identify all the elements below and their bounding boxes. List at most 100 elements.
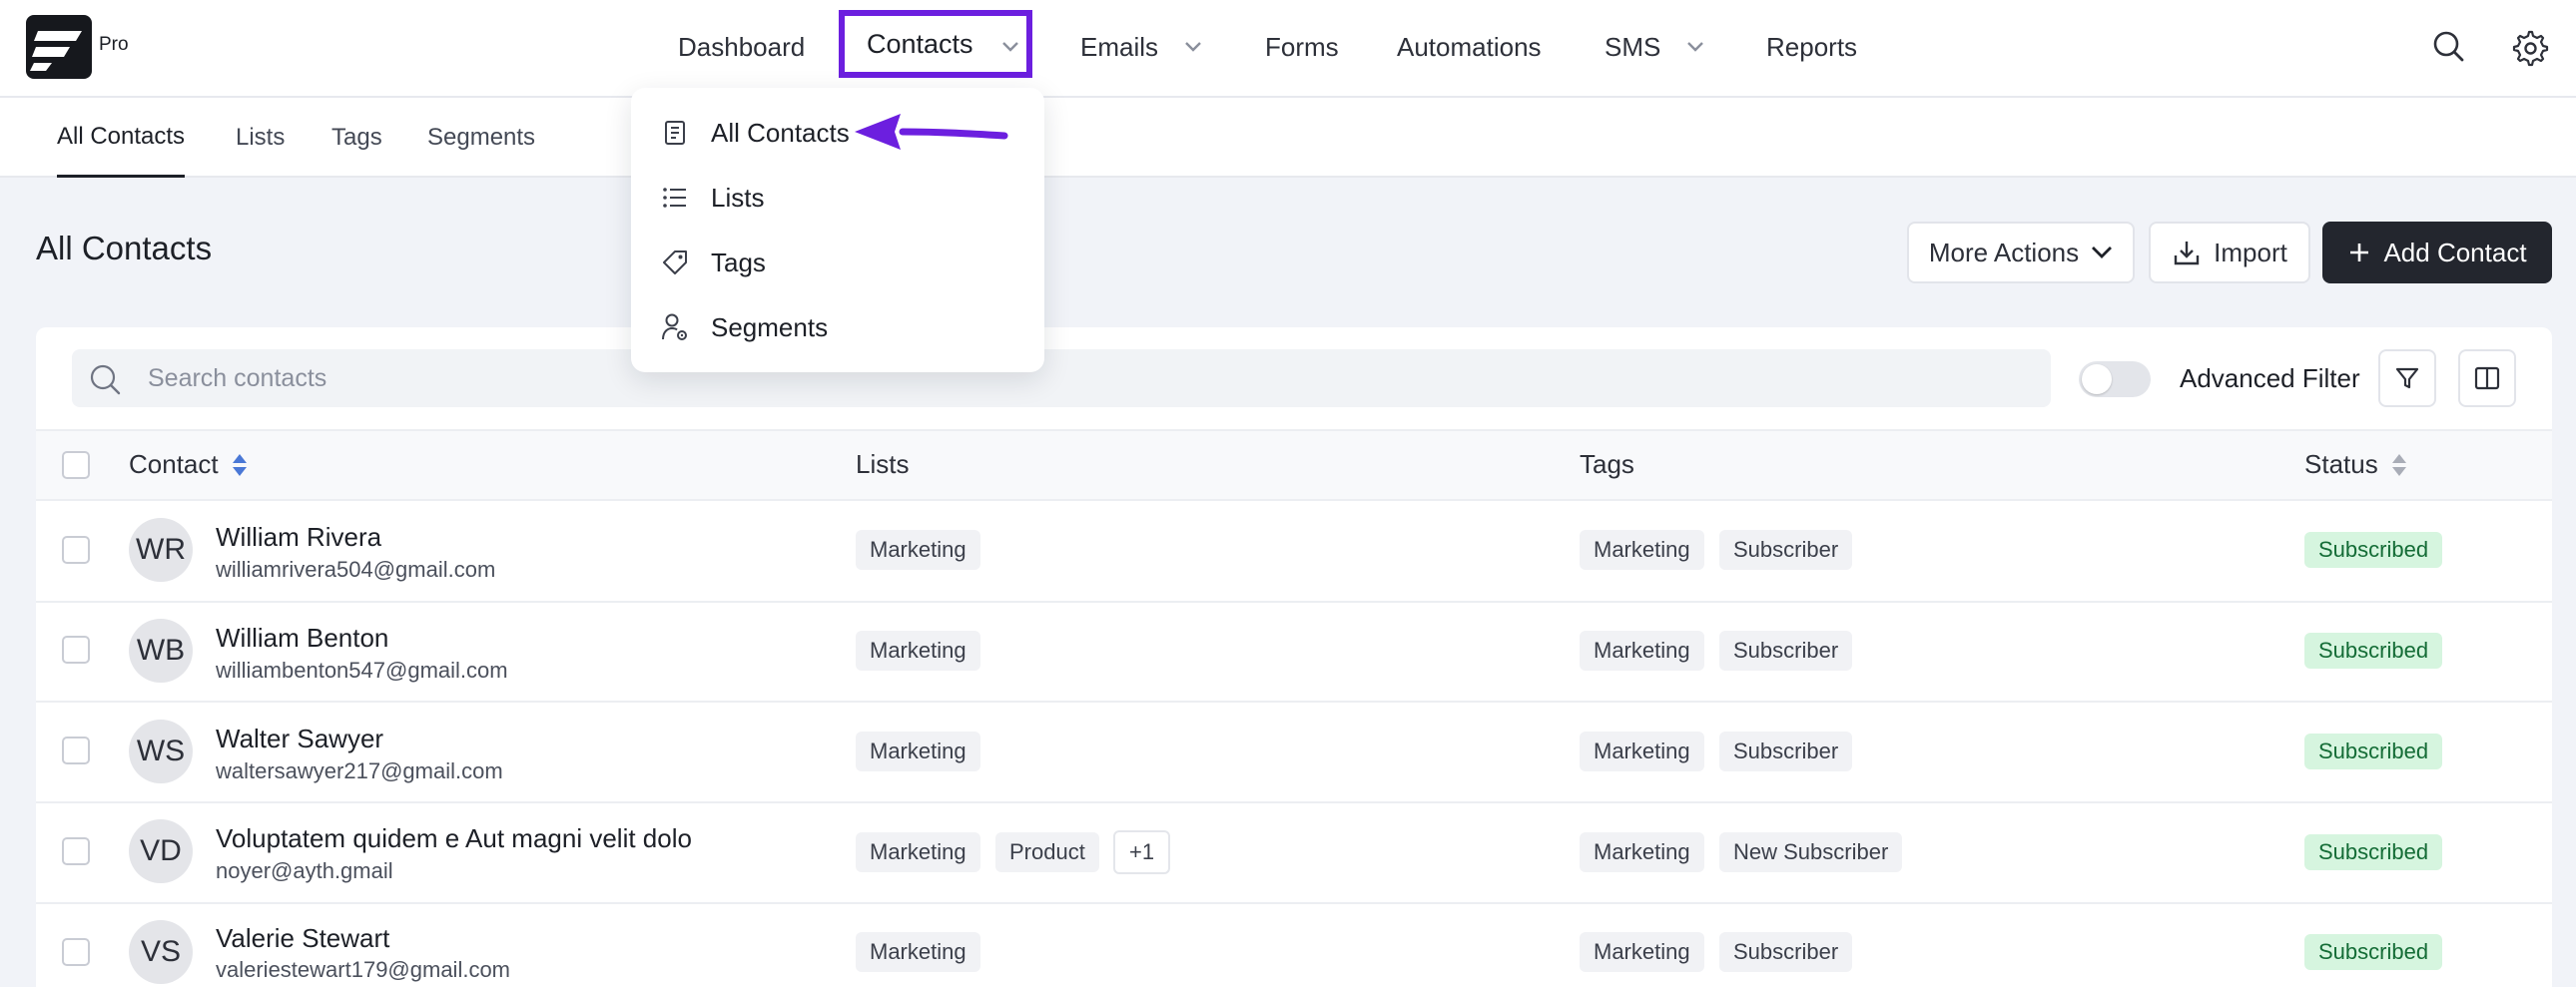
contact-name[interactable]: William Rivera <box>216 522 381 553</box>
list-icon <box>663 188 686 208</box>
search-input[interactable] <box>148 349 2025 407</box>
button-label: Import <box>2214 237 2287 267</box>
filter-icon <box>2395 367 2419 389</box>
more-actions-button[interactable]: More Actions <box>1907 222 2135 283</box>
tag-badge: Subscriber <box>1719 631 1853 671</box>
row-checkbox[interactable] <box>62 938 90 966</box>
subnav-lists[interactable]: Lists <box>236 98 285 178</box>
avatar: VD <box>129 819 193 883</box>
tag-badge: Marketing <box>1580 932 1704 972</box>
tag-badge: Subscriber <box>1719 530 1853 570</box>
filter-button[interactable] <box>2378 349 2436 407</box>
nav-dashboard[interactable]: Dashboard <box>678 0 805 94</box>
contact-email: waltersawyer217@gmail.com <box>216 758 503 783</box>
tag-badge: Marketing <box>1580 832 1704 872</box>
row-checkbox[interactable] <box>62 636 90 664</box>
nav-label: Contacts <box>867 28 973 59</box>
dropdown-item-segments[interactable]: Segments <box>661 307 828 347</box>
nav-emails[interactable]: Emails <box>1080 0 1202 94</box>
column-header-lists: Lists <box>856 449 909 480</box>
column-label: Tags <box>1580 449 1634 479</box>
columns-icon <box>2474 366 2500 390</box>
advanced-filter-toggle[interactable] <box>2079 361 2151 397</box>
column-header-contact[interactable]: Contact <box>129 449 249 480</box>
plus-icon <box>2350 244 2369 261</box>
add-contact-button[interactable]: Add Contact <box>2322 222 2552 283</box>
contact-email: valeriestewart179@gmail.com <box>216 957 511 982</box>
more-lists-badge[interactable]: +1 <box>1113 830 1171 874</box>
subnav-all-contacts[interactable]: All Contacts <box>57 98 186 178</box>
row-checkbox[interactable] <box>62 837 90 865</box>
chevron-down-icon <box>1184 41 1202 53</box>
status-badge: Subscribed <box>2304 633 2443 669</box>
nav-reports[interactable]: Reports <box>1766 0 1857 94</box>
dropdown-item-label: Lists <box>711 182 765 213</box>
annotation-arrow-icon <box>855 114 1008 150</box>
contacts-sub-navigation: All Contacts Lists Tags Segments <box>0 98 2576 178</box>
nav-label: Reports <box>1766 31 1858 62</box>
search-icon <box>90 364 121 395</box>
contact-name[interactable]: William Benton <box>216 623 388 654</box>
list-badge: Marketing <box>856 732 980 771</box>
contacts-list-icon <box>665 121 685 145</box>
contact-name[interactable]: Walter Sawyer <box>216 724 383 754</box>
list-badge: Product <box>995 832 1099 872</box>
app-logo[interactable] <box>26 15 92 79</box>
tag-badge: Subscriber <box>1719 932 1853 972</box>
search-icon[interactable] <box>2428 26 2470 68</box>
nav-sms[interactable]: SMS <box>1605 0 1704 94</box>
select-all-checkbox[interactable] <box>62 451 90 479</box>
subnav-tags[interactable]: Tags <box>331 98 382 178</box>
sort-icon <box>2391 453 2406 476</box>
dropdown-item-label: Segments <box>711 311 829 342</box>
row-divider <box>36 601 2552 603</box>
status-badge: Subscribed <box>2304 934 2443 970</box>
nav-automations[interactable]: Automations <box>1397 0 1542 94</box>
row-checkbox[interactable] <box>62 737 90 764</box>
list-badge: Marketing <box>856 932 980 972</box>
column-header-status[interactable]: Status <box>2304 449 2408 480</box>
contact-email: noyer@ayth.gmail <box>216 858 393 883</box>
button-label: More Actions <box>1928 237 2080 267</box>
import-button[interactable]: Import <box>2149 222 2310 283</box>
dropdown-item-all-contacts[interactable]: All Contacts <box>661 113 850 153</box>
contact-email: williambenton547@gmail.com <box>216 658 508 683</box>
dropdown-item-tags[interactable]: Tags <box>661 243 766 282</box>
nav-label: Dashboard <box>678 31 806 62</box>
advanced-filter-label: Advanced Filter <box>2180 363 2360 393</box>
nav-label: Automations <box>1397 31 1542 62</box>
tag-badge: Subscriber <box>1719 732 1853 771</box>
avatar: WS <box>129 720 193 783</box>
sort-icon <box>232 453 247 476</box>
user-gear-icon <box>662 313 687 340</box>
subnav-segments[interactable]: Segments <box>427 98 535 178</box>
tag-badge: New Subscriber <box>1719 832 1903 872</box>
nav-label: SMS <box>1605 31 1661 62</box>
chevron-down-icon <box>1686 41 1704 53</box>
columns-toggle-button[interactable] <box>2458 349 2516 407</box>
status-badge: Subscribed <box>2304 834 2443 870</box>
chevron-down-icon <box>2092 247 2113 258</box>
chevron-down-icon <box>1001 29 1019 60</box>
page-title: All Contacts <box>36 230 213 266</box>
button-label: Add Contact <box>2383 237 2527 267</box>
row-checkbox[interactable] <box>62 536 90 564</box>
avatar: WB <box>129 619 193 683</box>
dropdown-item-label: All Contacts <box>711 117 850 148</box>
top-navigation-bar: Pro Dashboard Contacts Emails Forms Auto… <box>0 0 2576 98</box>
nav-contacts[interactable]: Contacts <box>839 10 1032 78</box>
nav-forms[interactable]: Forms <box>1265 0 1339 94</box>
plan-badge: Pro <box>99 34 129 55</box>
tag-badge: Marketing <box>1580 631 1704 671</box>
contact-name[interactable]: Voluptatem quidem e Aut magni velit dolo <box>216 823 692 854</box>
dropdown-item-lists[interactable]: Lists <box>661 178 764 218</box>
tag-icon <box>663 250 687 274</box>
logo-mark-icon <box>30 31 82 71</box>
column-label: Status <box>2304 449 2378 479</box>
gear-icon[interactable] <box>2508 26 2550 68</box>
contact-name[interactable]: Valerie Stewart <box>216 923 389 954</box>
status-badge: Subscribed <box>2304 734 2443 769</box>
avatar: VS <box>129 920 193 984</box>
tag-badge: Marketing <box>1580 732 1704 771</box>
dropdown-item-label: Tags <box>711 247 766 277</box>
